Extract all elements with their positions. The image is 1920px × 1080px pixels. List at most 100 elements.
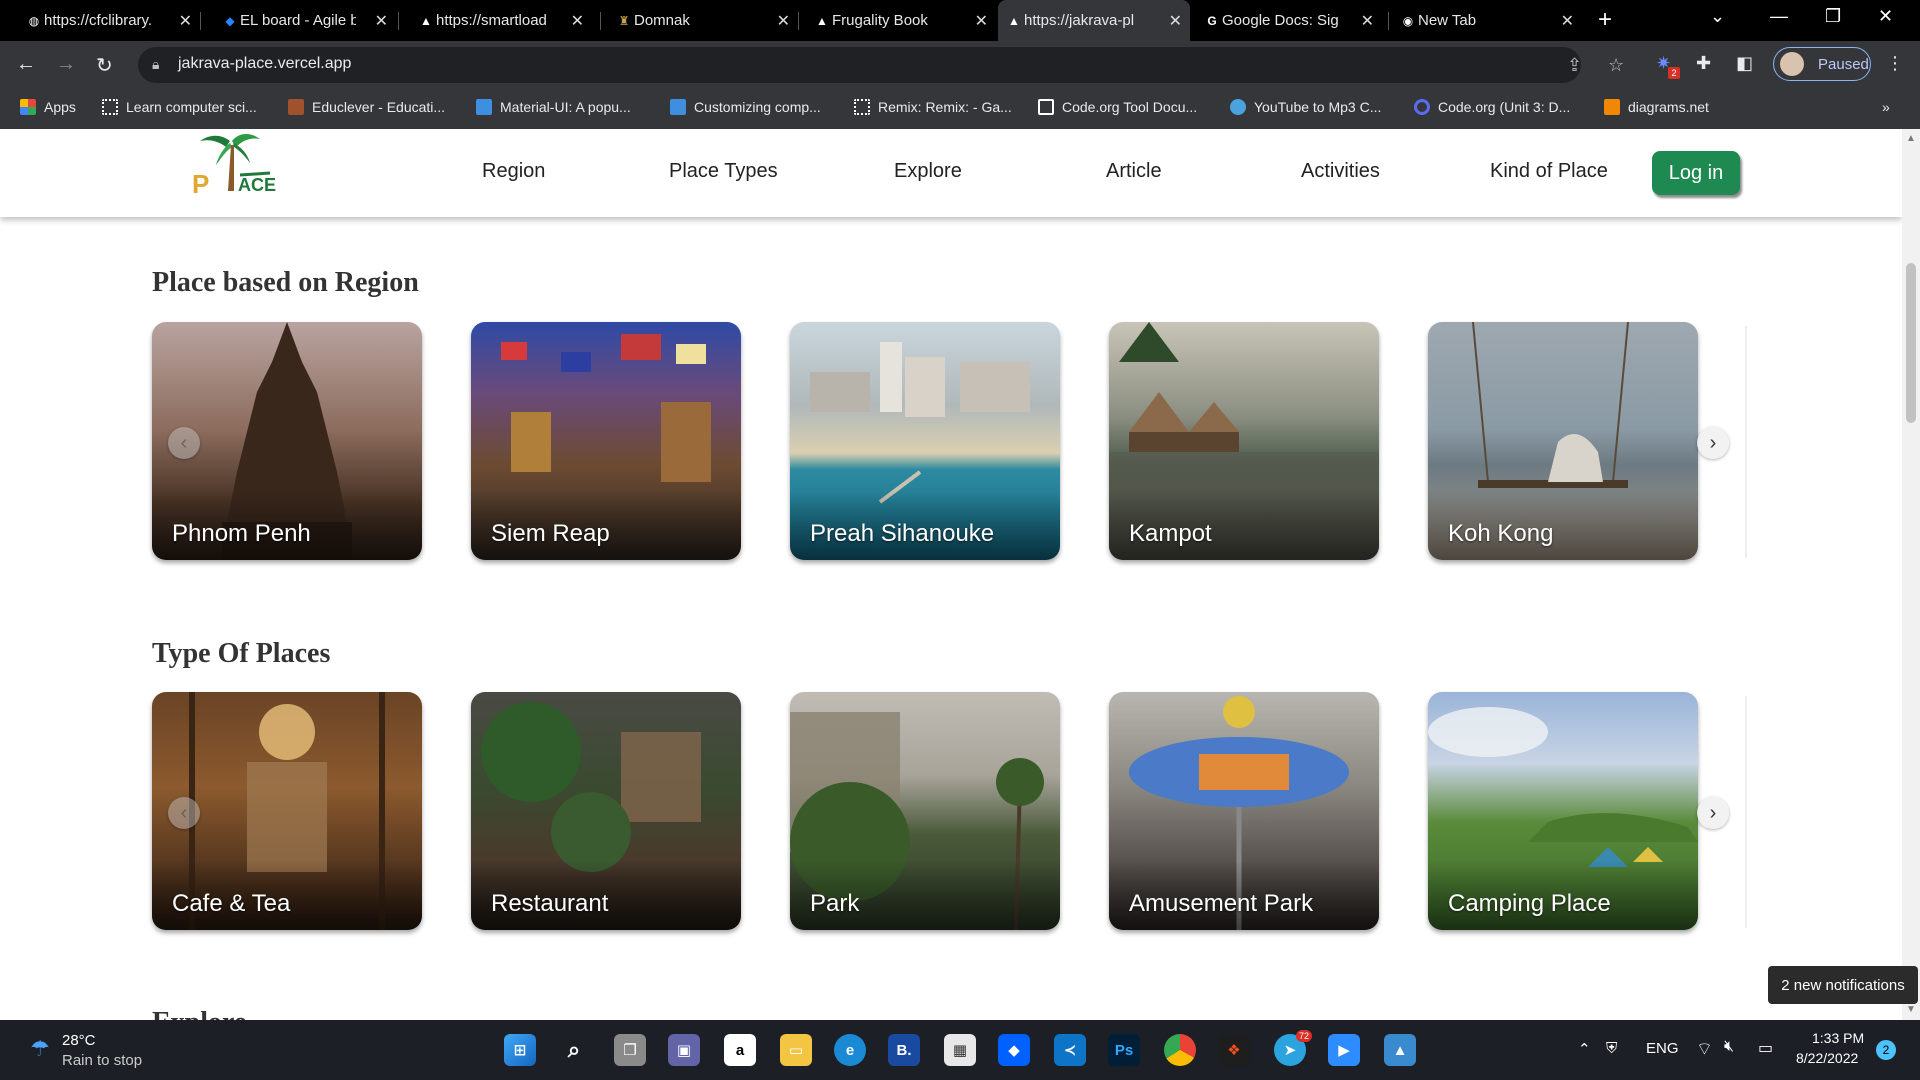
clock-time[interactable]: 1:33 PM (1812, 1030, 1864, 1046)
nav-region[interactable]: Region (482, 160, 545, 183)
close-tab-icon[interactable]: ✕ (975, 11, 988, 31)
amazon-icon[interactable]: a (724, 1034, 756, 1066)
lock-icon[interactable]: 🔒︎ (152, 56, 159, 73)
bookmark-item[interactable]: Material-UI: A popu... (476, 99, 631, 115)
photos-icon[interactable]: ▲ (1384, 1034, 1416, 1066)
bookmark-item[interactable]: Code.org Tool Docu... (1038, 99, 1197, 115)
weather-desc[interactable]: Rain to stop (62, 1052, 142, 1069)
file-explorer-icon[interactable]: ▭ (780, 1034, 812, 1066)
bookmark-item[interactable]: Remix: Remix: - Ga... (854, 99, 1012, 115)
scrollbar-thumb[interactable] (1906, 263, 1916, 423)
region-card-koh-kong[interactable]: Koh Kong (1428, 322, 1698, 560)
back-icon[interactable]: ← (16, 53, 36, 76)
close-tab-icon[interactable]: ✕ (1169, 11, 1182, 31)
close-tab-icon[interactable]: ✕ (375, 11, 388, 31)
task-view-icon[interactable]: ❐ (614, 1034, 646, 1066)
nav-explore[interactable]: Explore (894, 160, 962, 183)
figma-icon[interactable]: ❖ (1218, 1034, 1250, 1066)
section-title-explore-partial: Explore (152, 1007, 246, 1020)
browser-tab[interactable]: ◉ New Tab ✕ (1392, 0, 1582, 41)
carousel-next-type[interactable]: › (1697, 797, 1729, 829)
carousel-prev-region[interactable]: ‹ (168, 427, 200, 459)
forward-icon[interactable]: → (56, 53, 76, 76)
type-card-amusement-park[interactable]: Amusement Park (1109, 692, 1379, 930)
store-icon[interactable]: ▦ (944, 1034, 976, 1066)
search-icon[interactable]: ⌕ (558, 1034, 590, 1066)
scroll-down-icon[interactable]: ▼ (1906, 1004, 1916, 1015)
edge-icon[interactable]: e (834, 1034, 866, 1066)
close-window-icon[interactable]: ✕ (1878, 6, 1893, 27)
scroll-up-icon[interactable]: ▲ (1906, 133, 1916, 144)
defender-icon[interactable]: ⛨ (1606, 1040, 1617, 1057)
start-icon[interactable]: ⊞ (504, 1034, 536, 1066)
login-button[interactable]: Log in (1652, 151, 1740, 195)
minimize-icon[interactable]: — (1770, 6, 1788, 27)
bookmarks-overflow[interactable]: » (1882, 99, 1890, 115)
carousel-prev-type[interactable]: ‹ (168, 797, 200, 829)
nav-article[interactable]: Article (1106, 160, 1162, 183)
type-card-restaurant[interactable]: Restaurant (471, 692, 741, 930)
close-tab-icon[interactable]: ✕ (1361, 11, 1374, 31)
type-card-park[interactable]: Park (790, 692, 1060, 930)
language-indicator[interactable]: ENG (1646, 1040, 1679, 1057)
bookmark-item[interactable]: diagrams.net (1604, 99, 1709, 115)
zoom-icon[interactable]: ▶ (1328, 1034, 1360, 1066)
region-card-kampot[interactable]: Kampot (1109, 322, 1379, 560)
bookmark-item[interactable]: YouTube to Mp3 C... (1230, 99, 1381, 115)
browser-tab[interactable]: G Google Docs: Sig ✕ (1196, 0, 1382, 41)
restore-icon[interactable]: ❐ (1825, 6, 1841, 27)
type-card-camping-place[interactable]: Camping Place (1428, 692, 1698, 930)
dropbox-icon[interactable]: ◆ (998, 1034, 1030, 1066)
chat-icon[interactable]: ▣ (668, 1034, 700, 1066)
bookmark-item[interactable]: Code.org (Unit 3: D... (1414, 99, 1570, 115)
weather-temp[interactable]: 28°C (62, 1032, 96, 1049)
browser-tab[interactable]: ◍ https://cfclibrary. ✕ (18, 0, 200, 41)
carousel-next-region[interactable]: › (1697, 427, 1729, 459)
browser-tab[interactable]: ◆ EL board - Agile b ✕ (214, 0, 396, 41)
close-tab-icon[interactable]: ✕ (1561, 11, 1574, 31)
region-card-siem-reap[interactable]: Siem Reap (471, 322, 741, 560)
browser-tab[interactable]: ▲ https://smartload ✕ (410, 0, 592, 41)
bookmark-item[interactable]: Customizing comp... (670, 99, 821, 115)
booking-icon[interactable]: B. (888, 1034, 920, 1066)
logo[interactable]: P ACE (190, 131, 280, 199)
browser-tab[interactable]: ▲ Frugality Book ✕ (806, 0, 996, 41)
notification-toast[interactable]: 2 new notifications (1768, 966, 1918, 1004)
new-tab-button[interactable]: + (1598, 6, 1612, 34)
tab-search-icon[interactable]: ⌄ (1710, 6, 1725, 27)
puzzle-icon[interactable]: ✚ (1696, 53, 1711, 74)
profile-button[interactable]: Paused (1773, 47, 1871, 81)
browser-tab[interactable]: ♜ Domnak ✕ (608, 0, 798, 41)
nav-place-types[interactable]: Place Types (669, 160, 778, 183)
side-panel-icon[interactable]: ◧ (1736, 53, 1753, 74)
volume-muted-icon[interactable]: 🔇︎ (1724, 1038, 1734, 1056)
nav-activities[interactable]: Activities (1301, 160, 1380, 183)
reload-icon[interactable]: ↻ (96, 53, 113, 78)
clock-date[interactable]: 8/22/2022 (1796, 1050, 1858, 1066)
nav-kind-of-place[interactable]: Kind of Place (1490, 160, 1608, 183)
battery-icon[interactable]: ▭ (1758, 1038, 1773, 1058)
region-card-preah-sihanouke[interactable]: Preah Sihanouke (790, 322, 1060, 560)
bookmark-item[interactable]: Educlever - Educati... (288, 99, 445, 115)
menu-kebab-icon[interactable]: ⋮ (1886, 53, 1904, 74)
share-icon[interactable]: ⇪ (1567, 55, 1582, 76)
bookmark-apps[interactable]: Apps (20, 99, 76, 115)
browser-tab-active[interactable]: ▲ https://jakrava-pl ✕ (998, 0, 1190, 41)
show-hidden-icon[interactable]: ⌃ (1578, 1040, 1591, 1058)
notification-count-badge[interactable]: 2 (1876, 1040, 1896, 1060)
close-tab-icon[interactable]: ✕ (571, 11, 584, 31)
page-scrollbar[interactable]: ▲ ▼ (1902, 129, 1920, 1020)
omnibox[interactable]: 🔒︎ jakrava-place.vercel.app ⇪ ☆ (138, 47, 1624, 83)
photoshop-icon[interactable]: Ps (1108, 1034, 1140, 1066)
svg-text:P: P (192, 169, 209, 199)
close-tab-icon[interactable]: ✕ (777, 11, 790, 31)
svg-text:ACE: ACE (238, 175, 276, 195)
chrome-taskbar-icon[interactable] (1164, 1034, 1196, 1066)
wifi-icon[interactable]: ⌔ (1696, 1038, 1713, 1061)
vscode-icon[interactable]: ≺ (1054, 1034, 1086, 1066)
close-tab-icon[interactable]: ✕ (179, 11, 192, 31)
url-text[interactable]: jakrava-place.vercel.app (178, 55, 351, 73)
weather-icon[interactable]: ☂ (30, 1036, 50, 1062)
bookmark-item[interactable]: Learn computer sci... (102, 99, 257, 115)
bookmark-star-icon[interactable]: ☆ (1608, 55, 1624, 76)
